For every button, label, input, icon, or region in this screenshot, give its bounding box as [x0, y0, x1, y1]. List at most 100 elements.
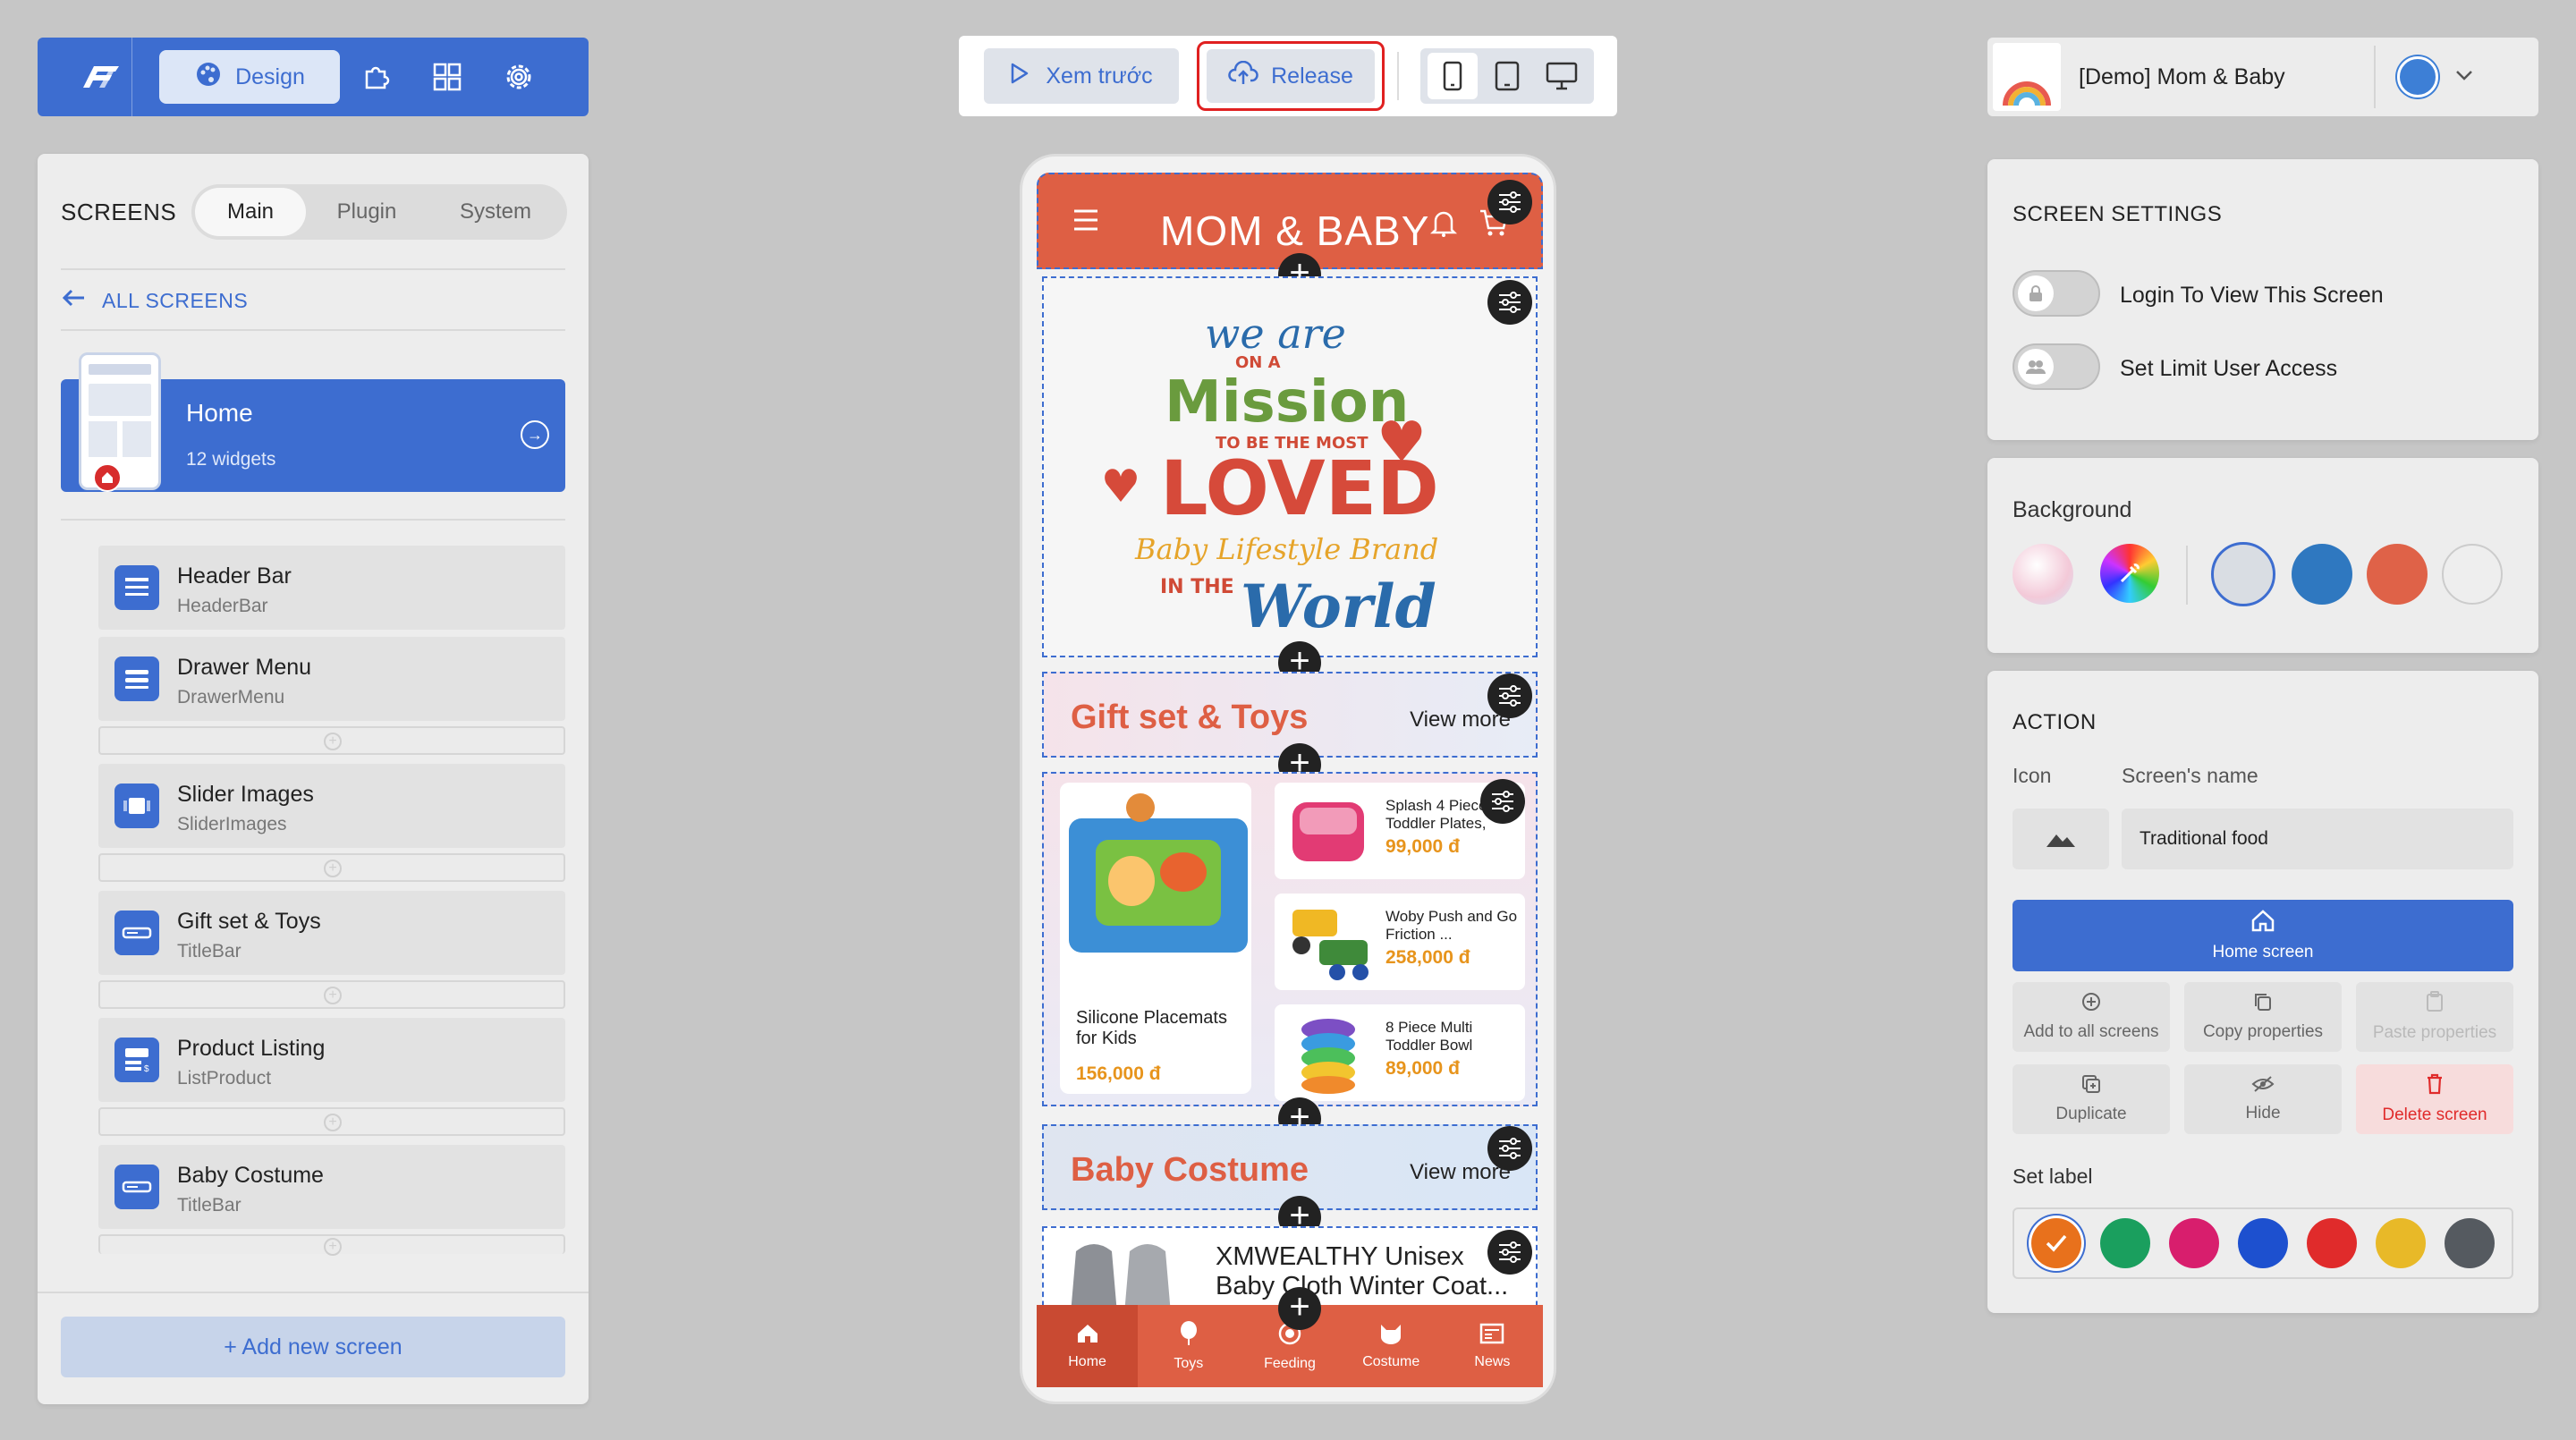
user-avatar[interactable]: [2397, 56, 2438, 97]
preview-product-listing[interactable]: Silicone Placemats for Kids 156,000 đ Sp…: [1042, 772, 1538, 1106]
widget-gift-set-toys[interactable]: Gift set & Toys TitleBar: [98, 891, 565, 975]
background-swatch-selected[interactable]: [2211, 542, 2275, 606]
hamburger-menu-icon[interactable]: [1072, 208, 1099, 236]
add-new-screen-button[interactable]: + Add new screen: [61, 1317, 565, 1377]
add-widget-slot[interactable]: +: [98, 726, 565, 755]
desktop-device-icon[interactable]: [1537, 53, 1587, 99]
widget-settings-icon[interactable]: [1487, 1126, 1532, 1171]
icon-label: Icon: [2012, 764, 2052, 787]
add-widget-slot[interactable]: +: [98, 980, 565, 1009]
banner-text: Mission: [1165, 369, 1409, 436]
preview-tab-home[interactable]: Home: [1037, 1305, 1139, 1387]
label-color-option[interactable]: [2445, 1218, 2496, 1268]
label-color-option[interactable]: [2237, 1218, 2288, 1268]
copy-properties-button[interactable]: Copy properties: [2184, 982, 2342, 1052]
release-button[interactable]: Release: [1207, 49, 1375, 103]
screen-name-input[interactable]: Traditional food: [2122, 809, 2513, 869]
widget-product-listing[interactable]: $ Product Listing ListProduct: [98, 1018, 565, 1102]
label-color-selected-check-icon[interactable]: [2030, 1218, 2081, 1268]
widget-settings-icon[interactable]: [1487, 673, 1532, 718]
widget-type: SliderImages: [177, 814, 287, 834]
widget-settings-icon[interactable]: [1480, 779, 1525, 824]
button-label: Delete screen: [2382, 1105, 2487, 1124]
chevron-down-icon[interactable]: [2454, 69, 2474, 86]
home-screen-card[interactable]: Home 12 widgets →: [61, 352, 565, 492]
widget-baby-costume[interactable]: Baby Costume TitleBar: [98, 1145, 565, 1229]
banner-text: IN THE: [1160, 576, 1234, 598]
divider: [2186, 546, 2188, 605]
hide-button[interactable]: Hide: [2184, 1064, 2342, 1134]
mobile-device-icon[interactable]: [1428, 53, 1479, 99]
delete-screen-button[interactable]: Delete screen: [2356, 1064, 2513, 1134]
add-widget-plus-icon[interactable]: +: [1278, 1287, 1321, 1330]
copy-icon: [2253, 992, 2273, 1017]
preview-button[interactable]: Xem trước: [984, 48, 1179, 104]
add-to-all-screens-button[interactable]: Add to all screens: [2012, 982, 2170, 1052]
divider: [61, 268, 565, 270]
tab-main[interactable]: Main: [195, 188, 306, 236]
design-button[interactable]: Design: [159, 50, 340, 104]
widget-type: TitleBar: [177, 941, 242, 961]
home-badge-icon: [93, 463, 122, 492]
button-label: Duplicate: [2055, 1105, 2127, 1123]
add-widget-slot[interactable]: +: [98, 1107, 565, 1136]
gradient-swatch[interactable]: [2012, 544, 2073, 605]
product-name: 8 Piece Multi Toddler Bowl: [1385, 1019, 1473, 1054]
duplicate-icon: [2081, 1074, 2101, 1099]
add-widget-slot[interactable]: +: [98, 1234, 565, 1256]
limit-user-access-toggle[interactable]: [2012, 343, 2100, 390]
grid-icon[interactable]: [411, 50, 483, 104]
plus-icon: +: [324, 1238, 342, 1256]
color-picker-eyedropper-icon[interactable]: [2100, 544, 2159, 603]
settings-gear-icon[interactable]: [483, 50, 555, 104]
app-logo[interactable]: [70, 38, 132, 116]
background-swatch[interactable]: [2292, 544, 2352, 605]
paste-properties-button[interactable]: Paste properties: [2356, 982, 2513, 1052]
home-screen-button[interactable]: Home screen: [2012, 900, 2513, 971]
background-swatch[interactable]: [2442, 544, 2503, 605]
product-card[interactable]: 8 Piece Multi Toddler Bowl 89,000 đ: [1275, 1004, 1525, 1101]
eye-off-icon: [2251, 1075, 2275, 1098]
plugin-icon[interactable]: [340, 50, 411, 104]
bell-icon[interactable]: [1429, 208, 1458, 241]
widget-settings-icon[interactable]: [1487, 180, 1532, 224]
all-screens-label: ALL SCREENS: [102, 288, 249, 312]
project-selector[interactable]: [Demo] Mom & Baby: [1987, 38, 2538, 116]
widget-header-bar[interactable]: Header Bar HeaderBar: [98, 546, 565, 630]
product-price: 89,000 đ: [1385, 1058, 1460, 1079]
widget-slider-images[interactable]: Slider Images SliderImages: [98, 764, 565, 848]
label-color-option[interactable]: [2376, 1218, 2427, 1268]
product-image: [1069, 793, 1248, 953]
preview-tab-toys[interactable]: Toys: [1138, 1305, 1239, 1387]
background-swatch[interactable]: [2367, 544, 2428, 605]
tab-plugin[interactable]: Plugin: [306, 188, 428, 236]
label-color-option[interactable]: [2168, 1218, 2219, 1268]
preview-tab-news[interactable]: News: [1442, 1305, 1543, 1387]
arrow-right-circle-icon[interactable]: →: [521, 420, 549, 449]
product-card[interactable]: Splash 4 Piece Toddler Plates, 99,000 đ: [1275, 779, 1525, 879]
button-label: Copy properties: [2202, 1022, 2324, 1041]
login-to-view-toggle[interactable]: [2012, 270, 2100, 317]
tab-label: Toys: [1174, 1355, 1204, 1371]
button-label: Paste properties: [2372, 1023, 2497, 1042]
widget-title: Slider Images: [177, 782, 314, 807]
preview-tab-costume[interactable]: Costume: [1341, 1305, 1442, 1387]
widget-settings-icon[interactable]: [1487, 280, 1532, 325]
screen-type-tabs: Main Plugin System: [191, 184, 567, 240]
widget-type: HeaderBar: [177, 596, 268, 616]
widget-drawer-menu[interactable]: Drawer Menu DrawerMenu: [98, 637, 565, 721]
all-screens-link[interactable]: ALL SCREENS: [61, 288, 248, 313]
tablet-device-icon[interactable]: [1482, 53, 1532, 99]
widget-settings-icon[interactable]: [1487, 1230, 1532, 1275]
duplicate-button[interactable]: Duplicate: [2012, 1064, 2170, 1134]
label-color-option[interactable]: [2099, 1218, 2150, 1268]
preview-slider-images[interactable]: we are ON A Mission TO BE THE MOST LOVED…: [1042, 276, 1538, 657]
product-card[interactable]: Woby Push and Go Friction ... 258,000 đ: [1275, 894, 1525, 990]
product-card-large[interactable]: Silicone Placemats for Kids 156,000 đ: [1060, 783, 1251, 1094]
tab-system[interactable]: System: [428, 188, 564, 236]
mountain-icon[interactable]: [2012, 809, 2109, 869]
label-color-option[interactable]: [2307, 1218, 2358, 1268]
banner-text: World: [1241, 572, 1436, 641]
plus-icon: +: [324, 1114, 342, 1131]
add-widget-slot[interactable]: +: [98, 853, 565, 882]
